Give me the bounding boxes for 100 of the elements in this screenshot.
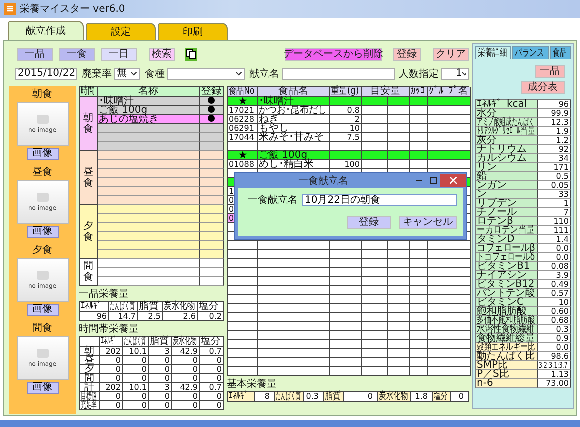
- tab[interactable]: バランス: [512, 46, 549, 59]
- table-cell: 0: [123, 365, 149, 374]
- table-cell: [388, 250, 410, 259]
- tab[interactable]: 印刷: [158, 23, 228, 40]
- table-cell: [362, 313, 388, 322]
- nutrient-label: カルシウム: [476, 154, 538, 163]
- mode-button[interactable]: 一日: [101, 48, 137, 61]
- table-cell: 0.7: [200, 347, 224, 356]
- field-label: たんぱく質: [275, 392, 304, 402]
- table-cell: [410, 304, 428, 313]
- tab[interactable]: 献立作成: [8, 21, 84, 40]
- table-cell: 0: [200, 392, 224, 401]
- table-cell: [362, 286, 388, 295]
- row-header: 計: [80, 383, 100, 392]
- table-cell: 0.9: [538, 334, 571, 343]
- save-button[interactable]: 登録: [392, 48, 421, 61]
- column-header: 炭水化物: [172, 337, 200, 347]
- mode-button[interactable]: 一食: [59, 48, 95, 61]
- table-cell: [428, 259, 471, 268]
- table-cell: [258, 340, 330, 349]
- cancel-button[interactable]: キャンセル: [399, 216, 457, 229]
- table-cell: [362, 106, 388, 115]
- table-cell: [428, 322, 471, 331]
- nutrient-label: ン: [476, 190, 538, 199]
- tab[interactable]: 栄養詳細: [475, 46, 512, 59]
- table-cell: [410, 259, 428, 268]
- table-cell[interactable]: ご飯 100g: [98, 106, 200, 115]
- nutrient-label: コフェロールβ: [476, 244, 538, 253]
- table-cell: 7: [538, 208, 571, 217]
- table-cell: [362, 367, 388, 376]
- clear-button[interactable]: クリア: [432, 48, 469, 61]
- table-cell: [428, 358, 471, 367]
- row-header: 充足率: [80, 401, 100, 410]
- table-cell: [388, 124, 410, 133]
- mode-button[interactable]: 一品: [17, 48, 53, 61]
- table-cell[interactable]: あじの塩焼き: [98, 115, 200, 124]
- table-cell: [428, 331, 471, 340]
- table-cell: 0: [123, 392, 149, 401]
- tab[interactable]: 食品: [550, 46, 572, 59]
- table-cell: [200, 241, 224, 250]
- composition-table-button[interactable]: 成分表: [521, 81, 565, 94]
- table-cell: [428, 349, 471, 358]
- table-cell: 8: [255, 392, 275, 402]
- table-cell: 73.00: [538, 379, 571, 388]
- table-cell: [258, 286, 330, 295]
- people-select[interactable]: 1: [441, 68, 469, 80]
- table-cell: 111: [538, 226, 571, 235]
- menu-name-input[interactable]: 10月22日の朝食: [302, 194, 457, 206]
- table-cell: 1.13: [538, 370, 571, 379]
- table-cell: [258, 313, 330, 322]
- table-cell: [410, 367, 428, 376]
- table-cell: [410, 277, 428, 286]
- image-icon: [36, 192, 48, 202]
- image-button[interactable]: 画像: [26, 304, 58, 316]
- image-button[interactable]: 画像: [26, 382, 58, 394]
- table-cell: [388, 340, 410, 349]
- table-cell: [428, 295, 471, 304]
- table-cell: [410, 331, 428, 340]
- table-cell: [362, 349, 388, 358]
- table-cell: [330, 340, 362, 349]
- table-cell: 1.9: [538, 127, 571, 136]
- table-cell: [362, 151, 388, 160]
- save-button[interactable]: 登録: [347, 216, 391, 229]
- nutrient-label: チノール: [476, 208, 538, 217]
- waste-select[interactable]: 無: [114, 68, 140, 80]
- nutrient-label: 食物繊維総量: [476, 334, 538, 343]
- dish-name[interactable]: ご飯 100g: [258, 151, 330, 160]
- date-select[interactable]: 2015/10/22: [15, 68, 77, 80]
- table-cell: [362, 340, 388, 349]
- copy-icon[interactable]: [184, 48, 197, 61]
- image-button[interactable]: 画像: [26, 226, 58, 238]
- single-item-button[interactable]: 一品: [535, 65, 565, 78]
- table-cell: 96: [538, 100, 571, 109]
- menu-name-field[interactable]: [282, 68, 395, 80]
- table-cell: [362, 322, 388, 331]
- search-button[interactable]: 検索: [149, 48, 175, 61]
- table-cell: [362, 250, 388, 259]
- table-cell: [200, 277, 224, 286]
- table-cell: [388, 115, 410, 124]
- window-title: 栄養マイスター ver6.0: [20, 2, 126, 16]
- dish-name[interactable]: ･味噌汁: [258, 97, 330, 106]
- table-cell: 10: [538, 298, 571, 307]
- tab[interactable]: 設定: [86, 23, 156, 40]
- table-cell: [362, 331, 388, 340]
- table-cell: 3.2:3.1:3.7: [538, 361, 571, 370]
- chevron-icon: [131, 72, 138, 76]
- table-cell: [410, 340, 428, 349]
- table-cell: 2: [330, 115, 362, 124]
- image-button[interactable]: 画像: [26, 148, 58, 160]
- close-icon[interactable]: [440, 174, 466, 187]
- nutrient-label: リン: [476, 163, 538, 172]
- table-cell: [388, 259, 410, 268]
- table-cell: 06291: [228, 124, 258, 133]
- table-cell: [388, 277, 410, 286]
- table-cell: [388, 241, 410, 250]
- table-cell: [330, 313, 362, 322]
- table-cell: [200, 214, 224, 223]
- table-cell: 0: [172, 374, 200, 383]
- table-cell[interactable]: ･味噌汁: [98, 97, 200, 106]
- table-cell: [330, 304, 362, 313]
